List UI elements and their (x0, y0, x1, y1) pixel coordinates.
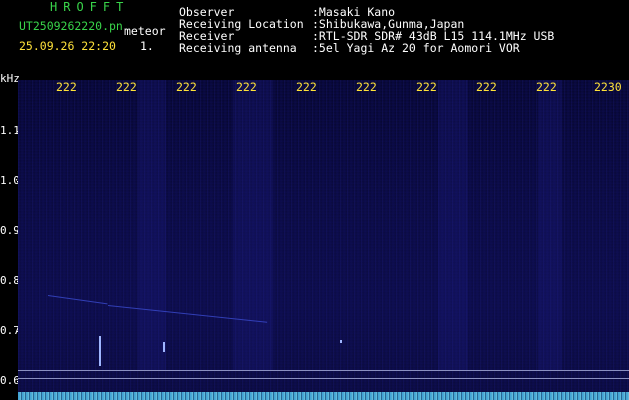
x-tick-label: 222 (296, 80, 317, 94)
date-time: 25.09.26 22:20 (19, 39, 116, 53)
antenna-label: Receiving antenna (179, 41, 297, 55)
x-tick-label: 2230 (594, 80, 622, 94)
app-logo: HROFFT (50, 0, 130, 14)
meteor-count: 1. (140, 39, 154, 53)
reference-line (18, 370, 629, 371)
x-tick-label: 222 (416, 80, 437, 94)
file-name: UT2509262220.pn (19, 19, 123, 33)
x-tick-label: 222 (236, 80, 257, 94)
noise-band (233, 80, 273, 370)
meteor-echo (163, 342, 165, 352)
x-tick-label: 222 (536, 80, 557, 94)
signal-strength-trace (18, 392, 629, 400)
reference-line (18, 378, 629, 379)
y-axis-unit: kHz (0, 72, 20, 85)
x-tick-label: 222 (356, 80, 377, 94)
x-tick-label: 222 (476, 80, 497, 94)
meteor-echo (340, 340, 342, 343)
noise-band (538, 80, 562, 370)
noise-band (438, 80, 468, 370)
meteor-label: meteor (124, 24, 166, 38)
noise-band (138, 80, 166, 370)
x-tick-label: 222 (56, 80, 77, 94)
antenna-value: :5el Yagi Az 20 for Aomori VOR (312, 41, 520, 55)
x-tick-label: 222 (116, 80, 137, 94)
meteor-trail (47, 295, 108, 305)
header: HROFFT UT2509262220.pn meteor 25.09.26 2… (0, 0, 629, 80)
meteor-echo (99, 336, 101, 366)
spectrogram-plot: 222 222 222 222 222 222 222 222 222 2230 (18, 80, 629, 400)
x-tick-label: 222 (176, 80, 197, 94)
